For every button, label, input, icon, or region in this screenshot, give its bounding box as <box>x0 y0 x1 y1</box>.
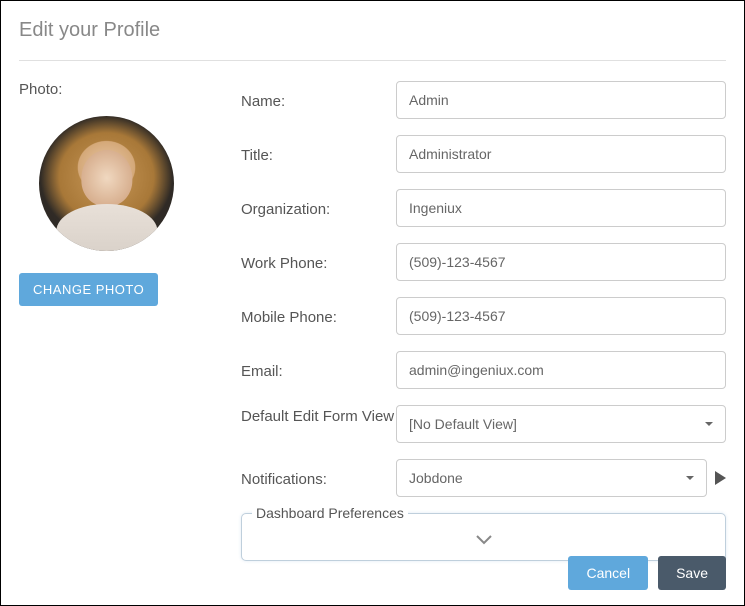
default-view-label: Default Edit Form View <box>241 405 396 427</box>
email-input[interactable] <box>396 351 726 389</box>
default-view-select[interactable]: [No Default View] <box>396 405 726 443</box>
photo-label: Photo: <box>19 81 219 98</box>
dashboard-preferences-legend: Dashboard Preferences <box>252 505 408 521</box>
email-label: Email: <box>241 361 396 380</box>
title-label: Title: <box>241 145 396 164</box>
cancel-button[interactable]: Cancel <box>568 556 648 590</box>
notifications-select[interactable]: Jobdone <box>396 459 707 497</box>
chevron-down-icon[interactable] <box>252 532 715 550</box>
play-icon[interactable] <box>715 471 726 485</box>
page-title: Edit your Profile <box>19 19 726 42</box>
title-input[interactable] <box>396 135 726 173</box>
organization-input[interactable] <box>396 189 726 227</box>
mobile-phone-label: Mobile Phone: <box>241 307 396 326</box>
avatar <box>39 116 174 251</box>
organization-label: Organization: <box>241 199 396 218</box>
save-button[interactable]: Save <box>658 556 726 590</box>
name-input[interactable] <box>396 81 726 119</box>
divider <box>19 60 726 61</box>
name-label: Name: <box>241 91 396 110</box>
work-phone-label: Work Phone: <box>241 253 396 272</box>
mobile-phone-input[interactable] <box>396 297 726 335</box>
dashboard-preferences-panel: Dashboard Preferences <box>241 513 726 561</box>
notifications-label: Notifications: <box>241 469 396 488</box>
work-phone-input[interactable] <box>396 243 726 281</box>
change-photo-button[interactable]: CHANGE PHOTO <box>19 273 158 306</box>
